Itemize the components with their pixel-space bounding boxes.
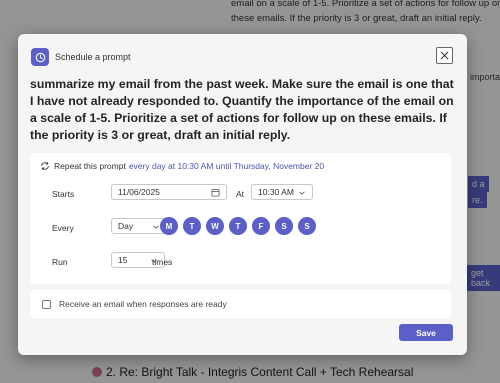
dialog-header: Schedule a prompt (31, 47, 131, 67)
chevron-down-icon (153, 225, 159, 229)
email-option-card: Receive an email when responses are read… (30, 290, 451, 318)
email-notification-checkbox[interactable] (42, 300, 51, 309)
repeat-schedule-link[interactable]: every day at 10:30 AM until Thursday, No… (129, 161, 324, 171)
schedule-prompt-dialog: Schedule a prompt summarize my email fro… (18, 34, 467, 355)
prompt-text: summarize my email from the past week. M… (30, 77, 454, 142)
start-time-dropdown[interactable]: 10:30 AM (251, 184, 313, 200)
day-toggle-thursday[interactable]: T (229, 217, 247, 235)
close-icon (440, 51, 449, 60)
schedule-settings-card: Repeat this prompt every day at 10:30 AM… (30, 153, 451, 284)
day-toggle-tuesday[interactable]: T (183, 217, 201, 235)
repeat-icon (41, 162, 49, 170)
weekday-selector: M T W T F S S (160, 217, 316, 235)
times-label: times (152, 257, 173, 267)
start-date-value: 11/06/2025 (118, 187, 160, 197)
chevron-down-icon (299, 191, 305, 195)
start-time-value: 10:30 AM (258, 187, 294, 197)
day-toggle-monday[interactable]: M (160, 217, 178, 235)
dialog-title: Schedule a prompt (55, 52, 131, 62)
day-toggle-wednesday[interactable]: W (206, 217, 224, 235)
email-notification-label[interactable]: Receive an email when responses are read… (59, 299, 227, 309)
at-label: At (236, 189, 245, 199)
calendar-icon (211, 188, 220, 197)
every-label: Every (52, 223, 74, 233)
close-button[interactable] (436, 47, 453, 64)
run-count-value: 15 (118, 255, 128, 265)
save-button[interactable]: Save (399, 324, 453, 341)
repeat-prefix: Repeat this prompt (54, 161, 126, 171)
schedule-clock-icon (31, 48, 49, 66)
run-label: Run (52, 257, 68, 267)
day-toggle-friday[interactable]: F (252, 217, 270, 235)
start-date-picker[interactable]: 11/06/2025 (111, 184, 227, 200)
frequency-value: Day (118, 221, 134, 231)
frequency-dropdown[interactable]: Day (111, 218, 167, 234)
repeat-summary: Repeat this prompt every day at 10:30 AM… (40, 161, 324, 171)
starts-label: Starts (52, 189, 75, 199)
day-toggle-sunday[interactable]: S (298, 217, 316, 235)
day-toggle-saturday[interactable]: S (275, 217, 293, 235)
